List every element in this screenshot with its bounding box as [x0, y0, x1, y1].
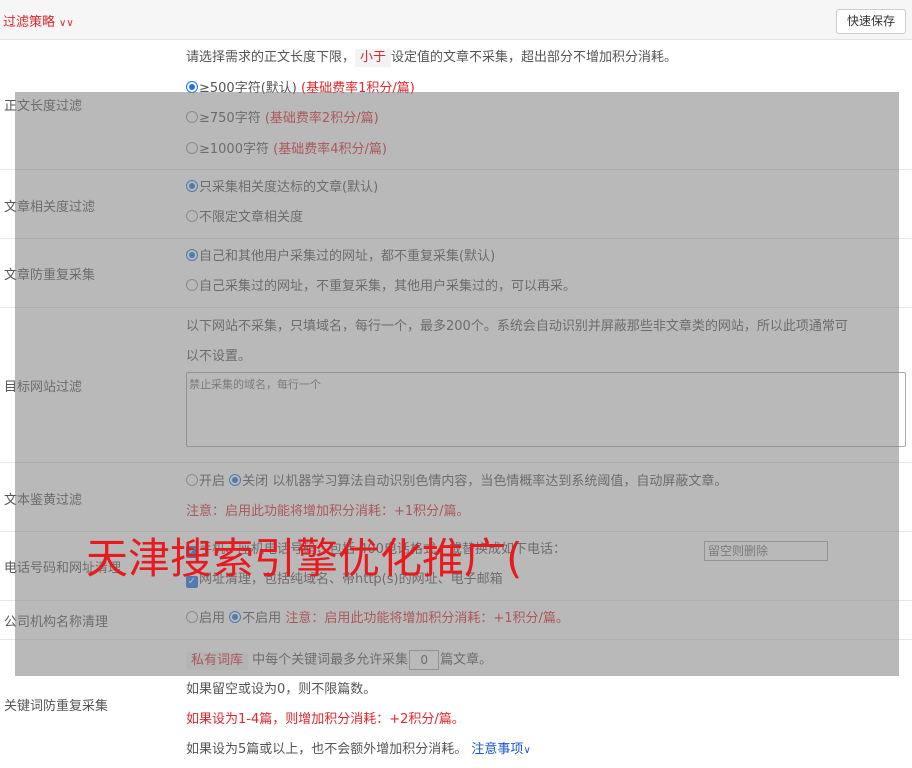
chevron-down-icon: ∨ [523, 745, 531, 756]
limit-text: 中每个关键词最多允许采集 [252, 652, 409, 668]
option-text: ≥1000字符 [199, 142, 269, 157]
less-than-tag: 小于 [355, 49, 392, 67]
radio-checked-icon[interactable] [186, 180, 198, 192]
length-option-750[interactable]: ≥750字符 (基础费率2积分/篇) [186, 110, 379, 128]
section-label: 关键词防重复采集 [4, 699, 109, 714]
option-text: 自己和其他用户采集过的网址，都不重复采集(默认) [199, 249, 496, 264]
radio-checked-icon[interactable] [229, 474, 242, 486]
option-rate-note: (基础费率2积分/篇) [264, 111, 379, 126]
relevance-option-unlimited[interactable]: 不限定文章相关度 [186, 209, 303, 227]
option-rate-note: (基础费率1积分/篇) [301, 81, 415, 96]
radio-unchecked-icon[interactable] [186, 474, 198, 486]
notes-link-label: 注意事项 [471, 742, 524, 757]
section-length-filter: 正文长度过滤 请选择需求的正文长度下限， 小于 设定值的文章不采集，超出部分不增加积… [0, 40, 912, 170]
radio-unchecked-icon[interactable] [186, 210, 198, 222]
replacement-phone-input[interactable] [704, 541, 828, 561]
radio-unchecked-icon[interactable] [186, 111, 198, 123]
porn-options: 开启 关闭 以机器学习算法自动识别色情内容，当色情概率达到系统阈值，自动屏蔽文章… [186, 473, 727, 491]
header-bar: 过滤策略 ∨∨ 快速保存 [0, 0, 912, 40]
option-text: 关闭 [242, 474, 269, 489]
section-label: 文章防重复采集 [4, 268, 96, 283]
dedup-option-all[interactable]: 自己和其他用户采集过的网址，都不重复采集(默认) [186, 248, 495, 266]
chevron-down-icon: ∨∨ [59, 18, 74, 29]
section-keyword-dedup: 关键词防重复采集 私有词库 中每个关键词最多允许采集 0 篇文章。 如果留空或设为0… [0, 640, 912, 768]
keyword-limit-line: 私有词库 中每个关键词最多允许采集 0 篇文章。 [186, 650, 492, 670]
notes-link[interactable]: 注意事项∨ [471, 742, 530, 757]
dedup-option-self[interactable]: 自己采集过的网址，不重复采集，其他用户采集过的，可以再采。 [186, 278, 576, 296]
option-text: 只采集相关度达标的文章(默认) [199, 180, 379, 195]
section-label: 文本鉴黄过滤 [4, 493, 83, 508]
section-label: 目标网站过滤 [4, 380, 83, 395]
option-text: 不启用 [242, 611, 282, 626]
keyword-hint-1: 如果留空或设为0，则不限篇数。 [186, 682, 377, 697]
section-label: 文章相关度过滤 [4, 200, 96, 215]
org-options: 启用 不启用 注意：启用此功能将增加积分消耗：+1积分/篇。 [186, 610, 569, 628]
radio-unchecked-icon[interactable] [186, 279, 198, 291]
option-rate-note: (基础费率4积分/篇) [273, 142, 387, 157]
quick-save-button[interactable]: 快速保存 [836, 9, 906, 34]
sites-description-line2: 以不设置。 [186, 349, 252, 364]
length-description: 请选择需求的正文长度下限， 小于 设定值的文章不采集，超出部分不增加积分消耗。 [186, 49, 677, 67]
radio-checked-icon[interactable] [229, 611, 242, 623]
option-text: ≥750字符 [199, 111, 261, 126]
radio-checked-icon[interactable] [186, 249, 198, 261]
private-lexicon-tag[interactable]: 私有词库 [186, 651, 249, 670]
keyword-hint-3: 如果设为5篇或以上，也不会额外增加积分消耗。 注意事项∨ [186, 741, 531, 760]
length-option-1000[interactable]: ≥1000字符 (基础费率4积分/篇) [186, 141, 387, 159]
section-relevance-filter: 文章相关度过滤 只采集相关度达标的文章(默认) 不限定文章相关度 [0, 170, 912, 239]
length-option-500[interactable]: ≥500字符(默认) (基础费率1积分/篇) [186, 80, 415, 98]
radio-checked-icon[interactable] [186, 81, 198, 93]
section-porn-filter: 文本鉴黄过滤 开启 关闭 以机器学习算法自动识别色情内容，当色情概率达到系统阈值… [0, 463, 912, 532]
filter-strategy-title[interactable]: 过滤策略 ∨∨ [3, 11, 74, 30]
limit-text: 篇文章。 [440, 652, 493, 668]
blocked-domains-textarea[interactable] [186, 372, 906, 447]
watermark-text: 天津搜索引擎优化推广( [86, 534, 523, 583]
porn-on-option[interactable]: 开启 [186, 474, 225, 489]
section-org-clean: 公司机构名称清理 启用 不启用 注意：启用此功能将增加积分消耗：+1积分/篇。 [0, 601, 912, 640]
relevance-option-default[interactable]: 只采集相关度达标的文章(默认) [186, 179, 378, 197]
desc-text: 请选择需求的正文长度下限， [186, 50, 356, 65]
org-on-option[interactable]: 启用 [186, 611, 225, 626]
keyword-hint-2: 如果设为1-4篇，则增加积分消耗：+2积分/篇。 [186, 712, 465, 727]
org-off-option[interactable]: 不启用 [229, 611, 281, 626]
section-label: 正文长度过滤 [4, 99, 83, 114]
section-dedup: 文章防重复采集 自己和其他用户采集过的网址，都不重复采集(默认) 自己采集过的网… [0, 239, 912, 308]
porn-description: 以机器学习算法自动识别色情内容，当色情概率达到系统阈值，自动屏蔽文章。 [272, 474, 728, 489]
section-label: 公司机构名称清理 [4, 615, 109, 630]
option-text: 启用 [199, 611, 226, 626]
radio-unchecked-icon[interactable] [186, 611, 198, 623]
option-text: 自己采集过的网址，不重复采集，其他用户采集过的，可以再采。 [199, 279, 577, 294]
hint-text: 如果设为5篇或以上，也不会额外增加积分消耗。 [186, 742, 468, 757]
filter-strategy-label: 过滤策略 [3, 15, 56, 30]
option-text: 开启 [199, 474, 226, 489]
max-articles-input[interactable]: 0 [409, 650, 440, 670]
radio-unchecked-icon[interactable] [186, 142, 198, 154]
option-text: ≥500字符(默认) [199, 81, 297, 96]
porn-cost-note: 注意：启用此功能将增加积分消耗：+1积分/篇。 [186, 504, 470, 519]
option-text: 不限定文章相关度 [199, 210, 304, 225]
desc-text: 设定值的文章不采集，超出部分不增加积分消耗。 [391, 50, 678, 65]
porn-off-option[interactable]: 关闭 [229, 474, 268, 489]
sites-description-line1: 以下网站不采集，只填域名，每行一个，最多200个。系统会自动识别并屏蔽那些非文章… [186, 319, 848, 334]
org-cost-note: 注意：启用此功能将增加积分消耗：+1积分/篇。 [285, 611, 569, 626]
